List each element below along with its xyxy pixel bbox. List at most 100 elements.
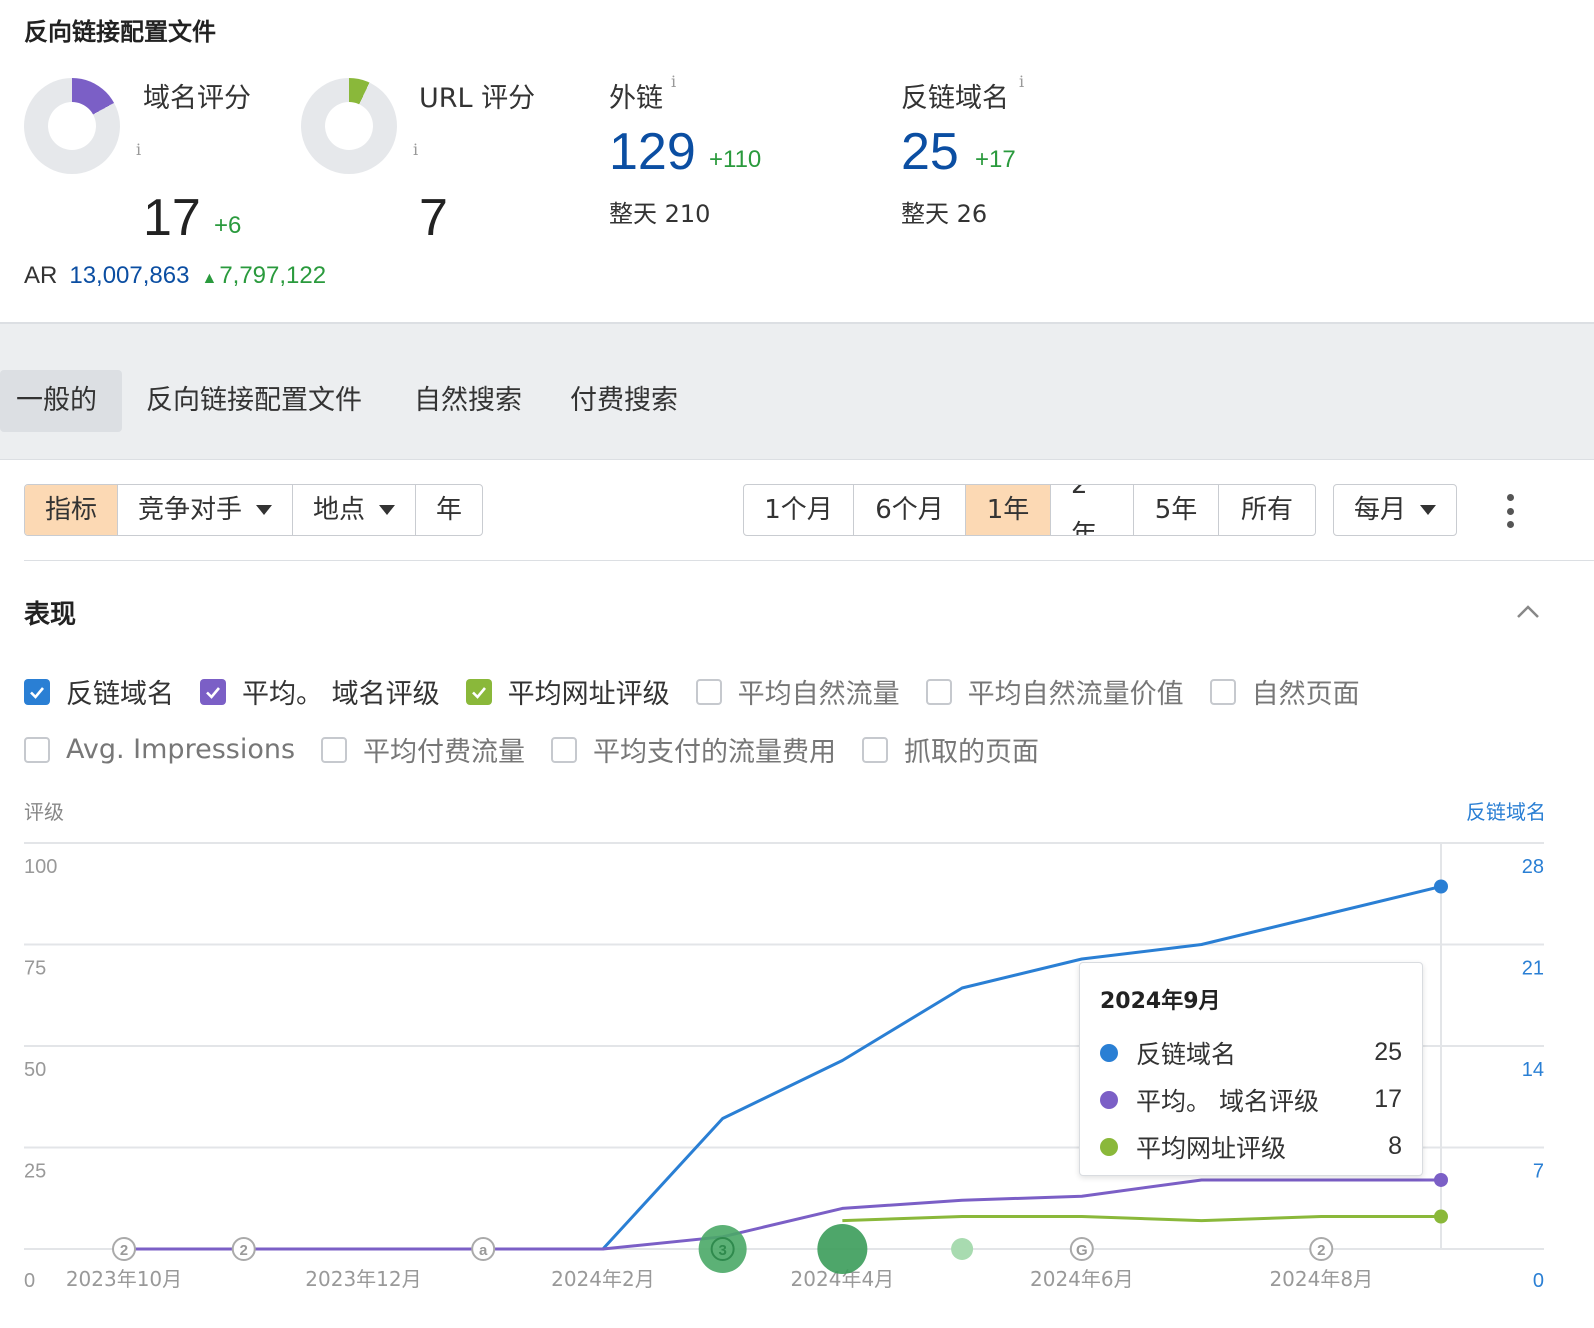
checkbox-checked-icon[interactable] <box>200 678 226 705</box>
chart-tooltip: 2024年9月 反链域名 25 平均。 域名评级 17 平均网址评级 8 <box>1079 962 1423 1176</box>
series-checkbox[interactable]: 平均自然流量价值 <box>925 672 1184 711</box>
url-rating-label: URL 评分 <box>419 83 536 114</box>
tab-organic-search[interactable]: 自然搜索 <box>398 370 538 432</box>
range-2-years[interactable]: 2年 <box>1051 485 1134 535</box>
refdomains-label[interactable]: 反链域名 <box>901 76 1009 115</box>
range-5-years[interactable]: 5年 <box>1134 485 1219 535</box>
x-tick-label: 2024年8月 <box>1269 1267 1373 1291</box>
ahrefs-rank-value[interactable]: 13,007,863 <box>69 262 189 290</box>
range-1-year[interactable]: 1年 <box>966 485 1051 535</box>
checkbox-empty-icon[interactable] <box>695 678 722 705</box>
checkbox-empty-icon[interactable] <box>321 736 348 763</box>
backlinks-all-time: 整天 210 <box>609 200 711 228</box>
left-tick-label: 100 <box>24 856 57 878</box>
interval-dropdown[interactable]: 每月 <box>1334 485 1456 535</box>
right-tick-label: 21 <box>1522 958 1544 980</box>
series-line <box>842 1215 1441 1223</box>
right-tick-label: 0 <box>1533 1270 1544 1292</box>
right-tick-label: 14 <box>1522 1059 1544 1081</box>
left-tick-label: 0 <box>24 1270 35 1292</box>
chevron-up-icon[interactable] <box>1516 600 1540 624</box>
range-1-month[interactable]: 1个月 <box>744 485 854 535</box>
series-dot-icon <box>1100 1137 1118 1156</box>
page-title: 反向链接配置文件 <box>24 18 216 46</box>
url-rating-info-icon[interactable]: i <box>413 140 418 159</box>
series-checkbox[interactable]: 平均自然流量 <box>695 672 900 711</box>
series-checkbox-label: 抓取的页面 <box>904 737 1040 768</box>
series-checkbox-label: 平均自然流量 <box>737 679 900 710</box>
series-point <box>1434 1172 1448 1187</box>
series-toggles-row-2: Avg. Impressions 平均付费流量 平均支付的流量费用 抓取的页面 <box>24 730 1065 769</box>
series-checkbox[interactable]: 平均网址评级 <box>465 672 670 711</box>
series-checkbox[interactable]: Avg. Impressions <box>24 734 295 765</box>
refdomains-value[interactable]: 25 <box>901 122 959 182</box>
annotation-label: 2 <box>1317 1242 1325 1259</box>
checkbox-empty-icon[interactable] <box>925 678 952 705</box>
range-6-months[interactable]: 6个月 <box>854 485 966 535</box>
arrow-up-icon: ▲ <box>201 270 218 287</box>
x-tick-label: 2024年2月 <box>551 1267 655 1291</box>
x-tick-label: 2023年10月 <box>66 1267 182 1291</box>
tab-paid-search[interactable]: 付费搜索 <box>554 370 694 432</box>
annotation-label: G <box>1076 1242 1088 1259</box>
more-options-icon[interactable] <box>1502 494 1518 528</box>
series-dot-icon <box>1100 1043 1118 1062</box>
backlinks-info-icon[interactable]: i <box>671 72 676 91</box>
checkbox-empty-icon[interactable] <box>24 736 50 763</box>
checkbox-empty-icon[interactable] <box>551 736 578 763</box>
series-point <box>1434 1209 1448 1224</box>
series-checkbox-label: 平均网址评级 <box>507 679 670 710</box>
series-checkbox[interactable]: 自然页面 <box>1209 672 1360 711</box>
caret-down-icon <box>1420 505 1437 515</box>
tab-general[interactable]: 一般的 <box>0 370 122 432</box>
checkbox-checked-icon[interactable] <box>465 678 492 705</box>
caret-down-icon <box>256 505 273 515</box>
left-axis-title: 评级 <box>24 800 64 824</box>
series-checkbox-label: 平均支付的流量费用 <box>593 737 837 768</box>
checkbox-empty-icon[interactable] <box>1209 678 1236 705</box>
series-checkbox[interactable]: 平均支付的流量费用 <box>551 730 836 769</box>
report-tabs: 一般的 反向链接配置文件 自然搜索 付费搜索 <box>0 322 1594 460</box>
annotation-label: 3 <box>718 1242 726 1259</box>
series-checkbox-label: 平均。 域名评级 <box>242 679 440 710</box>
date-range-selector: 1个月 6个月 1年 2年 5年 所有 <box>743 484 1316 536</box>
tooltip-title: 2024年9月 <box>1100 989 1221 1014</box>
series-checkbox[interactable]: 平均付费流量 <box>321 730 525 769</box>
right-tick-label: 28 <box>1522 856 1544 878</box>
url-rating-value: 7 <box>419 189 448 247</box>
tooltip-row: 平均网址评级 8 <box>1100 1123 1402 1170</box>
series-checkbox[interactable]: 抓取的页面 <box>862 730 1039 769</box>
competitors-dropdown[interactable]: 竞争对手 <box>118 485 294 535</box>
url-rating-donut <box>301 78 397 174</box>
ahrefs-rank-label: AR <box>24 262 58 289</box>
left-tick-label: 25 <box>24 1161 46 1183</box>
series-checkbox[interactable]: 平均。 域名评级 <box>200 672 440 711</box>
backlinks-delta: +110 <box>709 146 762 173</box>
x-tick-label: 2023年12月 <box>305 1267 421 1291</box>
series-dot-icon <box>1100 1090 1118 1109</box>
domain-rating-label: 域名评分 <box>143 83 251 114</box>
series-checkbox-label: 平均付费流量 <box>363 737 526 768</box>
tooltip-row: 平均。 域名评级 17 <box>1100 1076 1402 1123</box>
x-tick-label: 2024年6月 <box>1030 1267 1134 1291</box>
series-checkbox-label: 平均自然流量价值 <box>967 679 1184 710</box>
domain-rating-info-icon[interactable]: i <box>136 140 141 159</box>
checkbox-checked-icon[interactable] <box>24 678 50 705</box>
tab-backlink-profile[interactable]: 反向链接配置文件 <box>130 370 378 432</box>
backlinks-value[interactable]: 129 <box>609 122 696 182</box>
ahrefs-rank-delta: 7,797,122 <box>219 262 327 289</box>
year-button[interactable]: 年 <box>416 485 482 535</box>
series-checkbox[interactable]: 反链域名 <box>24 672 174 711</box>
range-all[interactable]: 所有 <box>1219 485 1315 535</box>
metrics-button[interactable]: 指标 <box>25 485 119 535</box>
series-checkbox-label: Avg. Impressions <box>66 734 296 765</box>
refdomains-info-icon[interactable]: i <box>1019 72 1024 91</box>
series-checkbox-label: 反链域名 <box>66 679 174 710</box>
left-tick-label: 75 <box>24 958 46 980</box>
location-dropdown[interactable]: 地点 <box>293 485 417 535</box>
refdomains-all-time: 整天 26 <box>901 200 988 228</box>
backlinks-label[interactable]: 外链 <box>609 76 663 115</box>
section-title: 表现 <box>24 600 77 630</box>
tooltip-row: 反链域名 25 <box>1100 1029 1402 1076</box>
checkbox-empty-icon[interactable] <box>862 736 889 763</box>
